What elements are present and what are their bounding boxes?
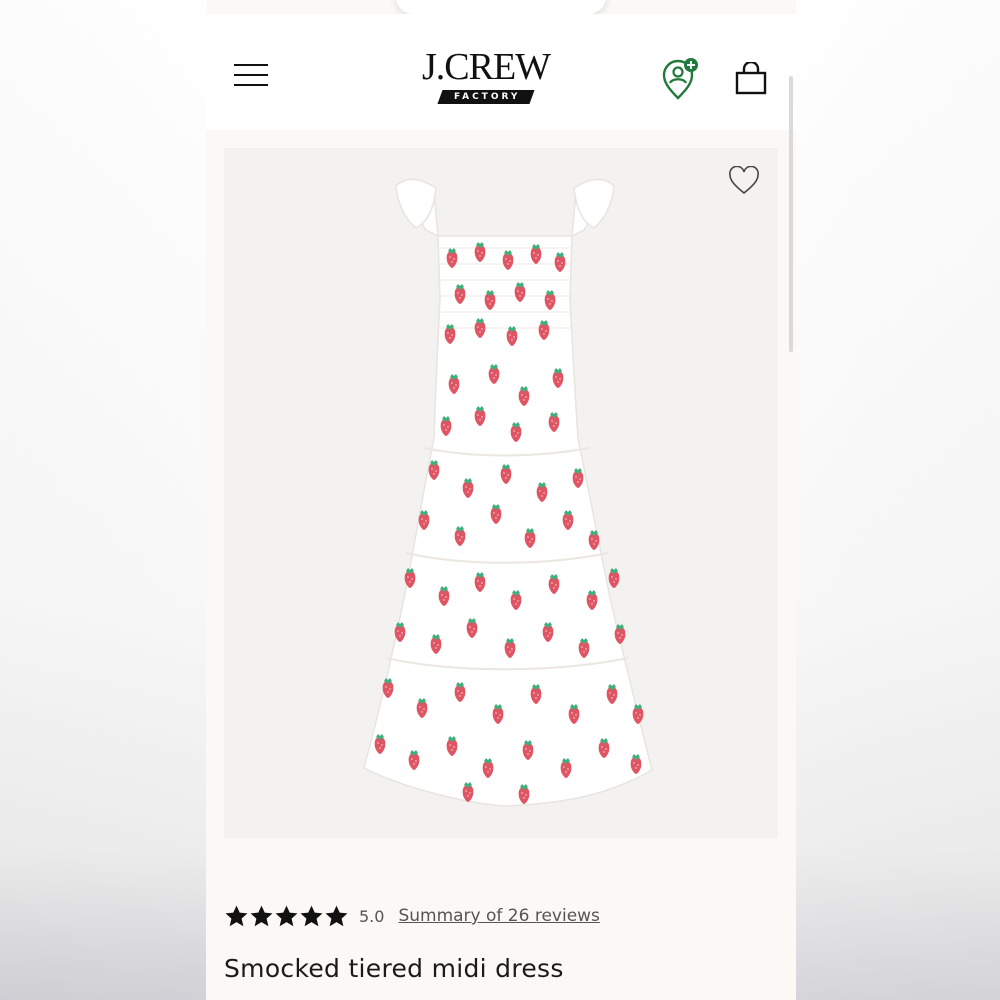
product-rating-row: 5.0 Summary of 26 reviews [224, 900, 600, 932]
rating-value: 5.0 [359, 906, 385, 926]
star-filled-icon [325, 905, 348, 926]
mobile-page: J.CREW FACTORY 5.0 Summary of 26 reviews… [206, 0, 796, 1000]
logo-main-text: J.CREW [421, 46, 551, 88]
dress-illustration [363, 178, 653, 807]
site-header: J.CREW FACTORY [206, 14, 796, 130]
star-filled-icon [300, 905, 323, 926]
logo-sub-text: FACTORY [453, 92, 521, 102]
product-title: Smocked tiered midi dress [224, 954, 564, 983]
top-popup-pill [396, 0, 606, 14]
heart-outline-icon[interactable] [728, 166, 760, 196]
logo-sub-badge: FACTORY [437, 90, 535, 104]
reviews-summary-link[interactable]: Summary of 26 reviews [398, 906, 599, 926]
product-image[interactable] [224, 148, 778, 838]
profile-location-icon[interactable] [660, 58, 700, 100]
screenshot-frame: J.CREW FACTORY 5.0 Summary of 26 reviews… [0, 0, 1000, 1000]
page-scrollbar[interactable] [789, 76, 793, 352]
star-filled-icon [275, 905, 298, 926]
background-blur-left [0, 0, 206, 1000]
star-filled-icon [225, 905, 248, 926]
rating-stars [224, 904, 349, 929]
shopping-bag-icon[interactable] [734, 62, 768, 96]
brand-logo[interactable]: J.CREW FACTORY [411, 48, 561, 106]
hamburger-menu-icon[interactable] [234, 64, 268, 86]
background-blur-right [796, 0, 1000, 1000]
star-filled-icon [250, 905, 273, 926]
